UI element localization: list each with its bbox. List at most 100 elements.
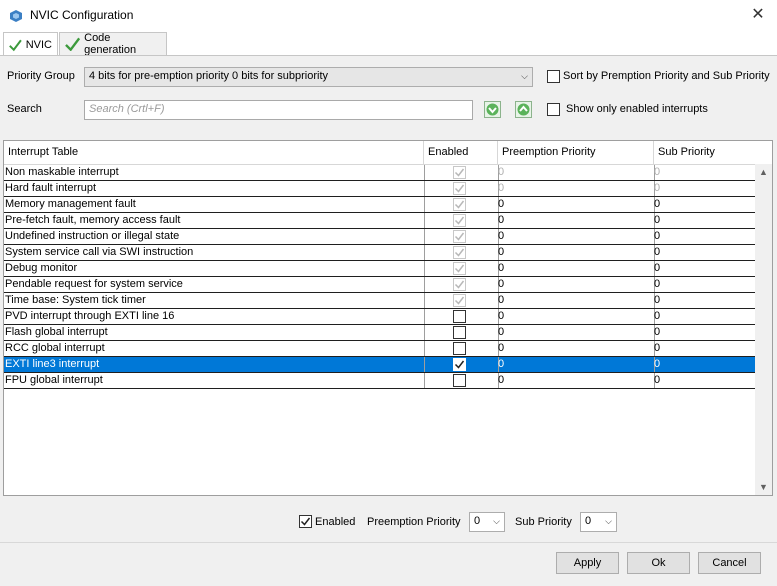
- tab-nvic[interactable]: NVIC: [3, 32, 58, 56]
- enabled-checkbox[interactable]: [453, 342, 466, 355]
- sub-priority-value: 0: [585, 515, 592, 527]
- sub-priority-cell[interactable]: 0: [653, 293, 756, 308]
- checkmark-icon: [454, 216, 465, 225]
- enabled-label: Enabled: [315, 516, 356, 528]
- preemption-priority-select[interactable]: 0 ⌵: [469, 512, 505, 532]
- enabled-checkbox: [453, 246, 466, 259]
- preemption-priority-cell[interactable]: 0: [497, 213, 655, 228]
- header-enabled[interactable]: Enabled: [424, 141, 498, 164]
- sub-priority-cell[interactable]: 0: [653, 261, 756, 276]
- sub-priority-cell[interactable]: 0: [653, 165, 756, 180]
- preemption-priority-cell[interactable]: 0: [497, 181, 655, 196]
- preemption-priority-cell[interactable]: 0: [497, 197, 655, 212]
- tab-nvic-label: NVIC: [25, 38, 52, 51]
- enabled-cell: [423, 261, 499, 276]
- scroll-up-icon[interactable]: ▲: [755, 164, 772, 180]
- preemption-priority-cell[interactable]: 0: [497, 229, 655, 244]
- enabled-cell: [423, 357, 499, 372]
- enabled-cell: [423, 293, 499, 308]
- sub-priority-cell[interactable]: 0: [653, 245, 756, 260]
- scroll-down-icon[interactable]: ▼: [755, 479, 772, 495]
- enabled-checkbox[interactable]: [453, 374, 466, 387]
- apply-button[interactable]: Apply: [556, 552, 619, 574]
- preemption-priority-cell[interactable]: 0: [497, 293, 655, 308]
- checkmark-icon: [454, 248, 465, 257]
- sort-checkbox[interactable]: [547, 70, 560, 83]
- sub-priority-cell[interactable]: 0: [653, 277, 756, 292]
- cancel-button[interactable]: Cancel: [698, 552, 761, 574]
- title-bar: NVIC Configuration ✕: [0, 0, 777, 31]
- table-row[interactable]: Hard fault interrupt 0 0: [4, 181, 755, 197]
- preemption-priority-cell[interactable]: 0: [497, 325, 655, 340]
- header-interrupt-table[interactable]: Interrupt Table: [4, 141, 424, 164]
- header-preemption-priority[interactable]: Preemption Priority: [498, 141, 654, 164]
- enabled-cell: [423, 197, 499, 212]
- preemption-priority-cell[interactable]: 0: [497, 373, 655, 388]
- table-row[interactable]: Non maskable interrupt 0 0: [4, 165, 755, 181]
- table-row[interactable]: Flash global interrupt 0 0: [4, 325, 755, 341]
- table-row[interactable]: Pendable request for system service 0 0: [4, 277, 755, 293]
- tab-code-generation[interactable]: Code generation: [59, 32, 167, 56]
- search-previous-button[interactable]: [515, 101, 532, 118]
- table-header: Interrupt Table Enabled Preemption Prior…: [4, 141, 755, 165]
- enabled-cell: [423, 325, 499, 340]
- window-title: NVIC Configuration: [30, 8, 134, 22]
- interrupt-name: Non maskable interrupt: [4, 165, 425, 180]
- table-row[interactable]: PVD interrupt through EXTI line 16 0 0: [4, 309, 755, 325]
- table-row[interactable]: RCC global interrupt 0 0: [4, 341, 755, 357]
- sub-priority-cell[interactable]: 0: [653, 309, 756, 324]
- header-sub-priority[interactable]: Sub Priority: [654, 141, 755, 164]
- sub-priority-cell[interactable]: 0: [653, 213, 756, 228]
- table-row[interactable]: Memory management fault 0 0: [4, 197, 755, 213]
- enabled-checkbox[interactable]: [453, 310, 466, 323]
- search-next-button[interactable]: [484, 101, 501, 118]
- interrupt-name: System service call via SWI instruction: [4, 245, 425, 260]
- sub-priority-cell[interactable]: 0: [653, 325, 756, 340]
- preemption-priority-cell[interactable]: 0: [497, 309, 655, 324]
- preemption-priority-cell[interactable]: 0: [497, 245, 655, 260]
- sub-priority-cell[interactable]: 0: [653, 341, 756, 356]
- table-row[interactable]: EXTI line3 interrupt 0 0: [4, 357, 755, 373]
- enabled-checkbox[interactable]: [299, 515, 312, 528]
- priority-group-value: 4 bits for pre-emption priority 0 bits f…: [89, 70, 329, 82]
- sub-priority-cell[interactable]: 0: [653, 357, 756, 372]
- table-scrollbar[interactable]: ▲ ▼: [755, 164, 772, 495]
- search-input[interactable]: Search (Crtl+F): [84, 100, 473, 120]
- table-row[interactable]: Debug monitor 0 0: [4, 261, 755, 277]
- table-row[interactable]: System service call via SWI instruction 0…: [4, 245, 755, 261]
- enabled-cell: [423, 373, 499, 388]
- sort-label: Sort by Premption Priority and Sub Prior…: [563, 70, 770, 82]
- sub-priority-cell[interactable]: 0: [653, 229, 756, 244]
- preemption-priority-cell[interactable]: 0: [497, 165, 655, 180]
- sub-priority-cell[interactable]: 0: [653, 373, 756, 388]
- interrupt-name: Flash global interrupt: [4, 325, 425, 340]
- table-row[interactable]: FPU global interrupt 0 0: [4, 373, 755, 389]
- interrupt-name: Memory management fault: [4, 197, 425, 212]
- table-row[interactable]: Pre-fetch fault, memory access fault 0 0: [4, 213, 755, 229]
- checkmark-icon: [454, 264, 465, 273]
- enabled-checkbox: [453, 278, 466, 291]
- interrupt-name: Pendable request for system service: [4, 277, 425, 292]
- enabled-checkbox[interactable]: [453, 326, 466, 339]
- preemption-priority-cell[interactable]: 0: [497, 341, 655, 356]
- sub-priority-cell[interactable]: 0: [653, 197, 756, 212]
- divider: [0, 542, 777, 543]
- show-enabled-checkbox[interactable]: [547, 103, 560, 116]
- sub-priority-cell[interactable]: 0: [653, 181, 756, 196]
- close-button[interactable]: ✕: [745, 4, 771, 26]
- enabled-checkbox: [453, 230, 466, 243]
- chevron-down-icon: ⌵: [521, 71, 528, 81]
- arrow-up-icon: [517, 103, 530, 116]
- preemption-priority-cell[interactable]: 0: [497, 357, 655, 372]
- preemption-priority-value: 0: [474, 515, 481, 527]
- enabled-checkbox[interactable]: [453, 358, 466, 371]
- sub-priority-select[interactable]: 0 ⌵: [580, 512, 617, 532]
- ok-button[interactable]: Ok: [627, 552, 690, 574]
- preemption-priority-cell[interactable]: 0: [497, 261, 655, 276]
- preemption-priority-label: Preemption Priority: [367, 516, 461, 528]
- show-enabled-label: Show only enabled interrupts: [566, 103, 708, 115]
- preemption-priority-cell[interactable]: 0: [497, 277, 655, 292]
- priority-group-select[interactable]: 4 bits for pre-emption priority 0 bits f…: [84, 67, 533, 87]
- table-row[interactable]: Undefined instruction or illegal state 0 0: [4, 229, 755, 245]
- table-row[interactable]: Time base: System tick timer 0 0: [4, 293, 755, 309]
